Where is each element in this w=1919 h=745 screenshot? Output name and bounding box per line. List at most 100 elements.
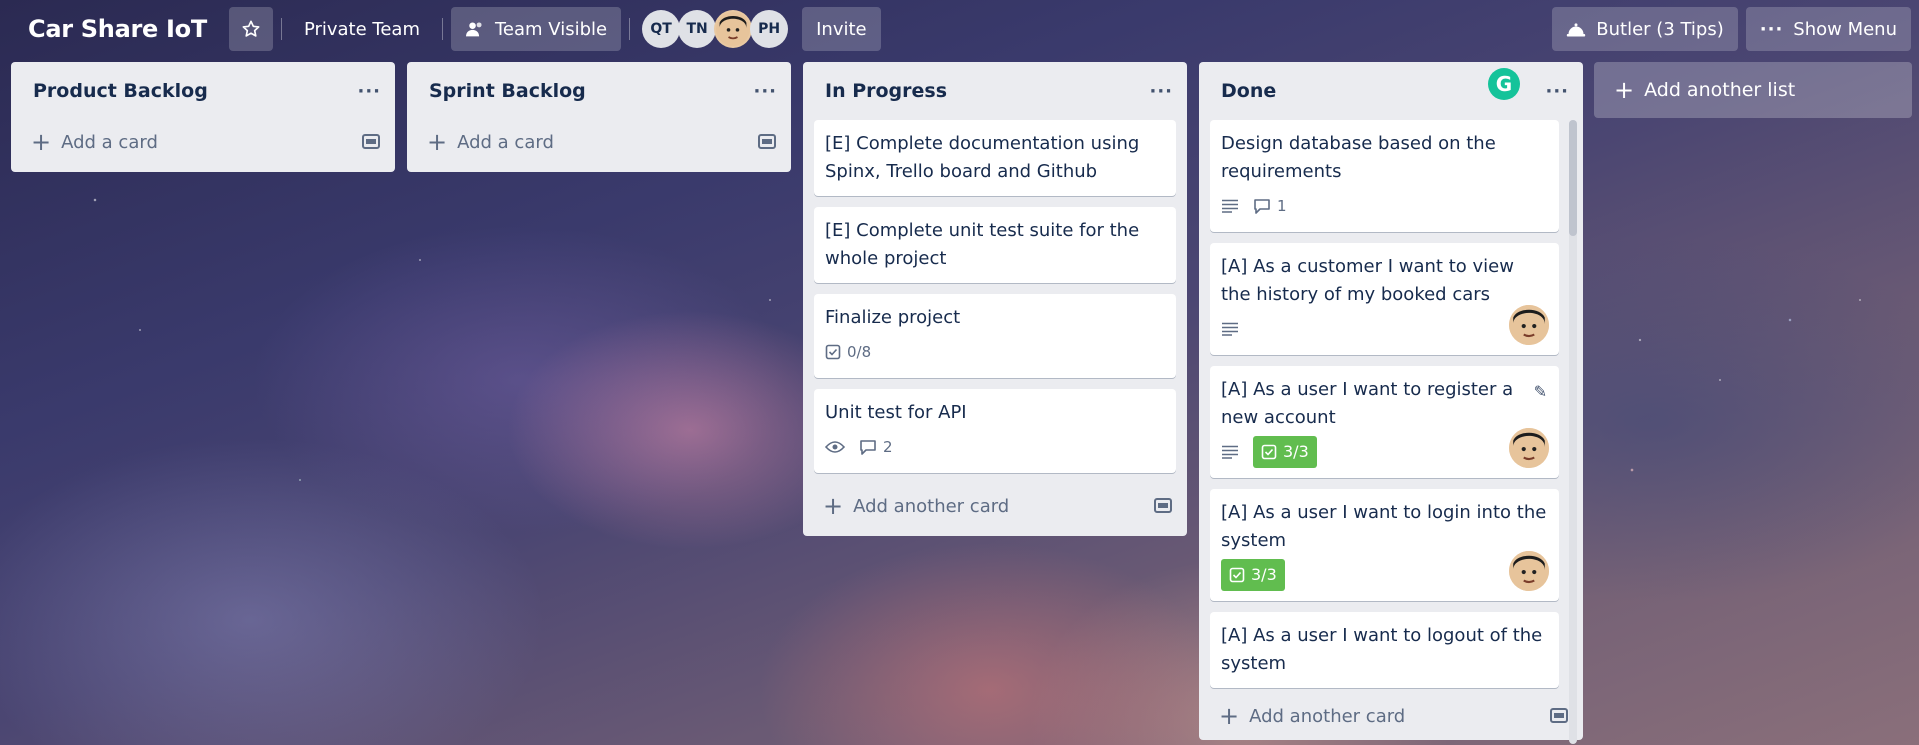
checklist-badge-complete: 3/3 [1253, 436, 1317, 468]
pencil-icon[interactable]: ✎ [1534, 378, 1547, 406]
description-badge [1221, 199, 1239, 213]
user-photo-icon [1509, 428, 1549, 468]
list-title[interactable]: Sprint Backlog [429, 80, 586, 102]
card-container: [E] Complete documentation using Spinx, … [803, 120, 1187, 473]
list-title[interactable]: Product Backlog [33, 80, 208, 102]
add-card-button[interactable]: + Add a card [11, 120, 395, 164]
member-avatar-photo[interactable] [714, 10, 753, 48]
card-title: [A] As a user I want to register a new a… [1221, 379, 1514, 428]
description-icon [1222, 199, 1238, 213]
checklist-icon [1229, 567, 1245, 583]
card-badges: 3/3 [1221, 436, 1548, 468]
add-card-label: Add a card [61, 131, 158, 153]
grammarly-icon[interactable]: G [1488, 68, 1520, 100]
list-header[interactable]: In Progress ··· [803, 62, 1187, 120]
card-template-icon[interactable] [361, 133, 381, 151]
add-card-button[interactable]: + Add another card [803, 484, 1187, 528]
user-photo-icon [716, 12, 751, 46]
card-container: Design database based on the requirement… [1199, 120, 1583, 695]
checklist-count: 0/8 [847, 343, 872, 361]
header-divider [442, 18, 443, 40]
comment-count: 2 [883, 438, 893, 456]
card-member-avatar[interactable] [1509, 305, 1549, 345]
add-list-label: Add another list [1644, 79, 1796, 101]
add-card-button[interactable]: + Add a card [407, 120, 791, 164]
invite-button[interactable]: Invite [802, 7, 881, 51]
description-badge [1221, 322, 1239, 336]
card-badges: 3/3 [1221, 559, 1548, 591]
card[interactable]: Finalize project 0/8 [814, 294, 1176, 378]
user-photo-icon [1509, 551, 1549, 591]
list-sprint-backlog: Sprint Backlog ··· + Add a card [407, 62, 791, 172]
checklist-count: 3/3 [1283, 442, 1309, 461]
butler-button[interactable]: Butler (3 Tips) [1552, 7, 1738, 51]
card[interactable]: Unit test for API 2 [814, 389, 1176, 473]
card[interactable]: [A] As a user I want to login into the s… [1210, 489, 1559, 601]
card-title: [E] Complete unit test suite for the who… [825, 220, 1140, 269]
card-member-avatar[interactable] [1509, 428, 1549, 468]
list-scrollbar[interactable] [1569, 120, 1577, 744]
description-badge [1221, 445, 1239, 459]
plus-icon: + [31, 128, 52, 156]
add-card-button[interactable]: + Add another card [1199, 694, 1583, 738]
add-card-label: Add another card [853, 495, 1010, 517]
list-title[interactable]: In Progress [825, 80, 947, 102]
card-title: Design database based on the requirement… [1221, 133, 1496, 182]
list-menu-icon[interactable]: ··· [1545, 81, 1569, 102]
add-list-button[interactable]: + Add another list [1594, 62, 1912, 118]
list-done: Done ··· Design database based on the re… [1199, 62, 1583, 744]
scroll-thumb[interactable] [1569, 120, 1577, 236]
card[interactable]: [A] As a user I want to logout of the sy… [1210, 612, 1559, 688]
card-member-avatar[interactable] [1509, 551, 1549, 591]
comment-count: 1 [1277, 197, 1287, 215]
header-divider [280, 18, 282, 40]
card[interactable]: [E] Complete documentation using Spinx, … [814, 120, 1176, 196]
user-photo-icon [1509, 305, 1549, 345]
list-header[interactable]: Product Backlog ··· [11, 62, 395, 120]
plus-icon: + [427, 128, 448, 156]
checklist-badge: 0/8 [825, 338, 871, 366]
eye-icon [825, 441, 845, 453]
add-card-label: Add a card [457, 131, 554, 153]
butler-label: Butler (3 Tips) [1596, 18, 1724, 40]
comments-badge: 2 [859, 433, 893, 461]
card-badges: 1 [1221, 190, 1548, 222]
list-header[interactable]: Sprint Backlog ··· [407, 62, 791, 120]
card-title: [A] As a user I want to logout of the sy… [1221, 625, 1543, 674]
description-icon [1222, 322, 1238, 336]
show-menu-label: Show Menu [1793, 18, 1897, 40]
card-template-icon[interactable] [757, 133, 777, 151]
team-button[interactable]: Private Team [290, 7, 434, 51]
card-title: [A] As a customer I want to view the his… [1221, 256, 1514, 305]
header-divider [629, 18, 631, 40]
list-title[interactable]: Done [1221, 80, 1276, 102]
visibility-button[interactable]: Team Visible [451, 7, 622, 51]
comments-badge: 1 [1253, 192, 1287, 220]
card-title: Finalize project [825, 307, 961, 328]
watching-badge [825, 440, 845, 454]
card-badges [1221, 313, 1548, 345]
visibility-label: Team Visible [495, 18, 608, 40]
card[interactable]: ✎ [A] As a user I want to register a new… [1210, 366, 1559, 478]
card[interactable]: [A] As a customer I want to view the his… [1210, 243, 1559, 355]
list-in-progress: In Progress ··· [E] Complete documentati… [803, 62, 1187, 536]
list-menu-icon[interactable]: ··· [753, 81, 777, 102]
list-header[interactable]: Done ··· [1199, 62, 1583, 120]
card-template-icon[interactable] [1549, 707, 1569, 725]
board-title[interactable]: Car Share IoT [14, 15, 221, 43]
add-card-label: Add another card [1249, 705, 1406, 727]
card-template-icon[interactable] [1153, 497, 1173, 515]
star-board-button[interactable] [228, 7, 273, 51]
board-members: QT TN PH [642, 10, 789, 48]
member-avatar-ph[interactable]: PH [750, 10, 789, 48]
plus-icon: + [1614, 76, 1635, 104]
list-menu-icon[interactable]: ··· [1149, 81, 1173, 102]
board-header: Car Share IoT Private Team Team Visible … [0, 0, 1919, 58]
card[interactable]: [E] Complete unit test suite for the who… [814, 207, 1176, 283]
show-menu-button[interactable]: ··· Show Menu [1745, 7, 1911, 51]
member-avatar-qt[interactable]: QT [642, 10, 681, 48]
card[interactable]: Design database based on the requirement… [1210, 120, 1559, 232]
list-menu-icon[interactable]: ··· [357, 81, 381, 102]
member-avatar-tn[interactable]: TN [678, 10, 717, 48]
card-badges: 2 [825, 431, 1165, 463]
